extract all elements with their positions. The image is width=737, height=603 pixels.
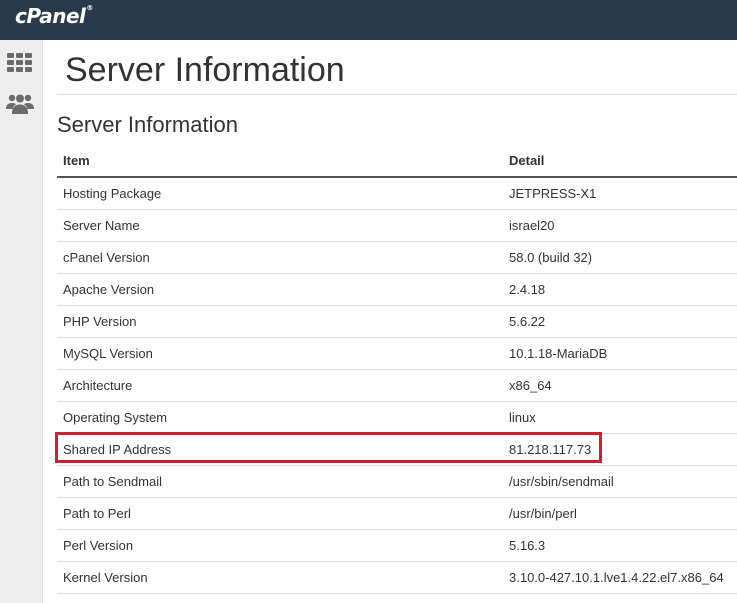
table-row: Path to Sendmail/usr/sbin/sendmail (57, 465, 737, 498)
server-info-table: Item Detail Hosting Package JETPRESS-X1 S… (57, 144, 737, 594)
column-header-item: Item (57, 144, 503, 178)
top-bar: cPanel® (0, 0, 737, 40)
row-item: Shared IP Address (57, 433, 503, 466)
row-item: PHP Version (57, 305, 503, 338)
row-item: Hosting Package (57, 177, 503, 210)
apps-grid-icon[interactable] (6, 48, 34, 76)
table-row: Path to Perl/usr/bin/perl (57, 497, 737, 530)
users-icon[interactable] (6, 90, 34, 118)
row-item: Perl Version (57, 529, 503, 562)
row-detail: 2.4.18 (503, 273, 737, 306)
row-detail: 5.6.22 (503, 305, 737, 338)
table-row: Apache Version 2.4.18 (57, 273, 737, 306)
table-row: Kernel Version 3.10.0-427.10.1.lve1.4.22.… (57, 561, 737, 594)
table-row: MySQL Version 10.1.18-MariaDB (57, 337, 737, 370)
row-detail: israel20 (503, 209, 737, 242)
sidebar (0, 40, 43, 603)
table-row: Architecture x86_64 (57, 369, 737, 402)
row-detail: 81.218.117.73 (503, 433, 737, 466)
row-item: cPanel Version (57, 241, 503, 274)
logo-text: cPanel (15, 4, 86, 28)
row-item: Path to Perl (57, 497, 503, 530)
column-header-detail: Detail (503, 144, 737, 178)
table-row: cPanel Version 58.0 (build 32) (57, 241, 737, 274)
table-row: Operating System linux (57, 401, 737, 434)
logo-registered-mark: ® (86, 4, 93, 12)
row-detail: /usr/sbin/sendmail (503, 465, 737, 498)
row-detail: /usr/bin/perl (503, 497, 737, 530)
row-detail: 58.0 (build 32) (503, 241, 737, 274)
table-header-row: Item Detail (57, 144, 737, 178)
row-detail: x86_64 (503, 369, 737, 402)
row-item: Server Name (57, 209, 503, 242)
table-row-shared-ip: Shared IP Address 81.218.117.73 (57, 433, 737, 466)
table-row: Perl Version 5.16.3 (57, 529, 737, 562)
table-row: PHP Version 5.6.22 (57, 305, 737, 338)
table-row: Hosting Package JETPRESS-X1 (57, 177, 737, 210)
table-row: Server Name israel20 (57, 209, 737, 242)
row-item: Apache Version (57, 273, 503, 306)
main-content: Server Information Server Information It… (43, 40, 737, 603)
row-detail: 3.10.0-427.10.1.lve1.4.22.el7.x86_64 (503, 561, 737, 594)
row-item: MySQL Version (57, 337, 503, 370)
row-item: Kernel Version (57, 561, 503, 594)
cpanel-logo[interactable]: cPanel® (15, 4, 93, 28)
page-title: Server Information (65, 51, 345, 89)
row-detail: 10.1.18-MariaDB (503, 337, 737, 370)
row-item: Architecture (57, 369, 503, 402)
row-detail: JETPRESS-X1 (503, 177, 737, 210)
title-divider (57, 94, 737, 95)
row-detail: linux (503, 401, 737, 434)
row-item: Operating System (57, 401, 503, 434)
row-detail: 5.16.3 (503, 529, 737, 562)
section-title: Server Information (57, 112, 238, 137)
row-item: Path to Sendmail (57, 465, 503, 498)
